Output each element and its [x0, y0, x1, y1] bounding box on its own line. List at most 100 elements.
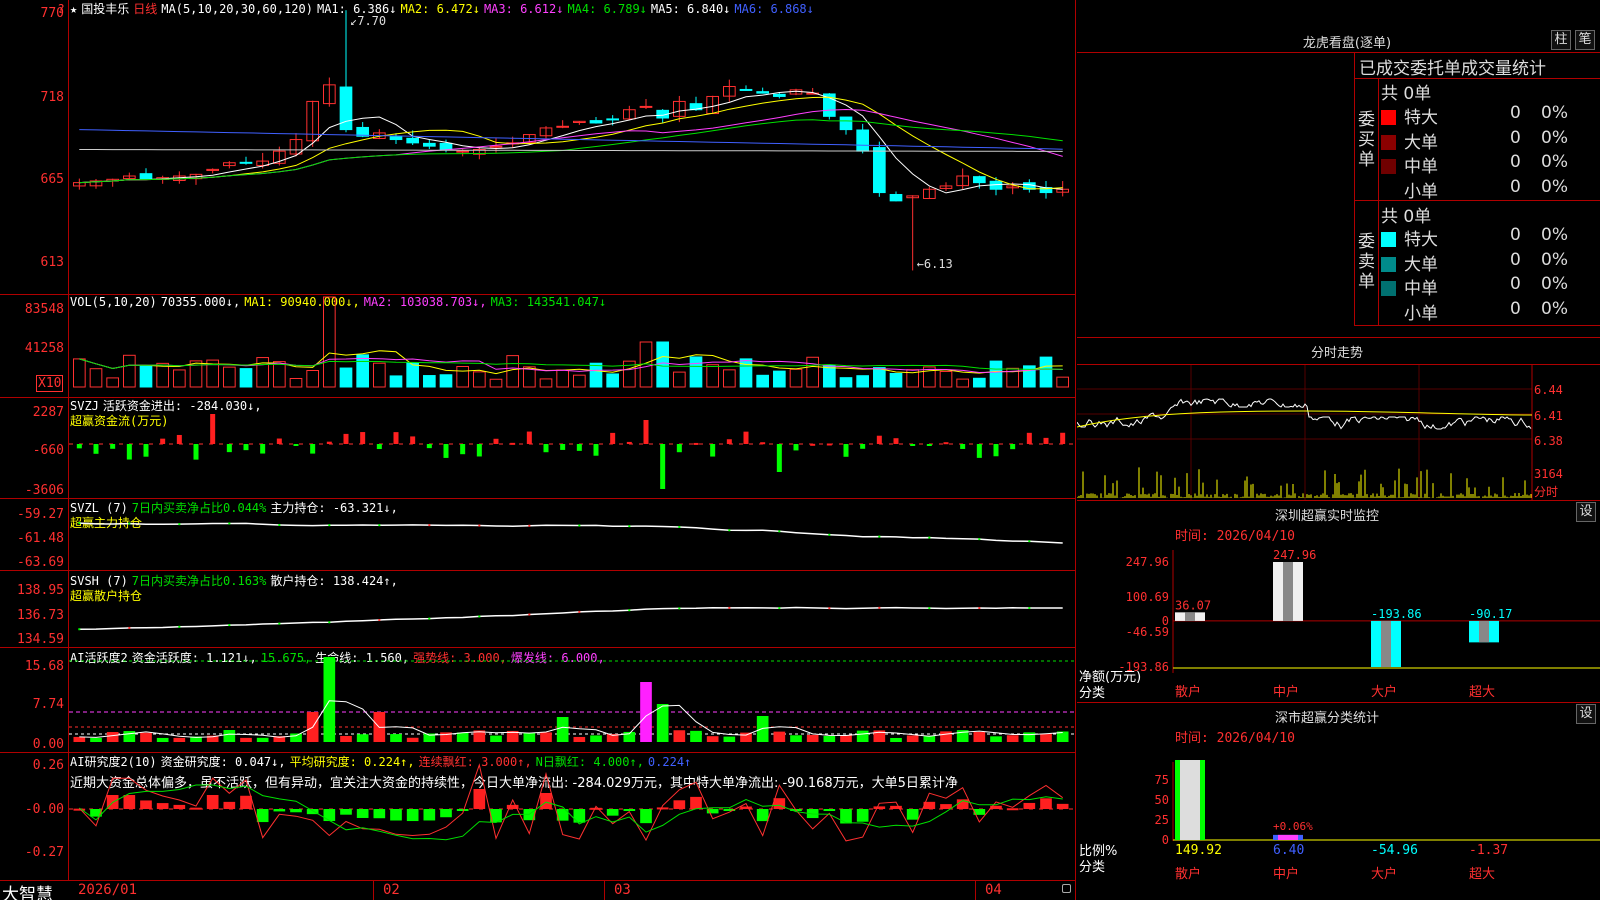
research-bar — [906, 809, 919, 820]
svsh-chart[interactable] — [69, 572, 1075, 647]
flow-bar — [693, 442, 699, 445]
flow-bar — [460, 444, 466, 455]
volume-bar — [373, 362, 386, 388]
line-marker — [878, 535, 881, 538]
volume-chart[interactable] — [69, 295, 1075, 397]
research-bar — [473, 789, 486, 809]
sz-class-settings-button[interactable]: 设 — [1576, 704, 1596, 724]
flow-bar — [443, 444, 449, 458]
xaxis-tick — [604, 880, 605, 900]
order-row: 特大 0 0% — [1381, 225, 1568, 250]
main-holding-line — [79, 522, 1063, 544]
volume-bar — [89, 368, 103, 388]
volume-bar — [1039, 356, 1053, 388]
monitor-bar-shade — [1479, 620, 1489, 643]
activity-bar — [323, 657, 336, 742]
activity-bar — [90, 737, 102, 742]
volume-bar — [339, 367, 353, 388]
activity-bar — [640, 682, 652, 742]
line-marker — [178, 625, 181, 628]
order-count: 0 — [1510, 249, 1521, 270]
flow-bar — [276, 438, 282, 444]
volume-bar — [289, 377, 303, 388]
research-bar — [440, 809, 452, 818]
line-marker — [828, 533, 831, 536]
intraday-chart[interactable] — [1077, 365, 1600, 500]
lock-icon[interactable] — [1062, 884, 1071, 893]
volume-bar — [539, 378, 553, 388]
svzj-chart[interactable] — [69, 398, 1075, 498]
class-bar-shade — [1278, 834, 1298, 840]
line-marker — [428, 617, 431, 620]
main-ytick-3: 613 — [40, 255, 64, 270]
line-marker — [428, 524, 431, 527]
flow-bar — [993, 444, 999, 457]
activity-bar — [340, 735, 352, 742]
flow-bar — [676, 444, 682, 453]
sz-class-chart[interactable]: 75 50 25 0 149.92 散户 6.40 中户 -54.96 大户 -1.37 超大 +0.0… — [1077, 742, 1600, 900]
vol-ytick-0: 83548 — [24, 302, 64, 317]
ytick-label: 25 — [1155, 813, 1169, 827]
flow-bar — [593, 444, 599, 456]
activity-bar — [890, 737, 902, 742]
research-bar — [356, 809, 369, 818]
order-row: 中单 0 0% — [1381, 152, 1568, 177]
line-marker — [528, 524, 531, 527]
low-price-label: ←6.13 — [917, 257, 953, 271]
svsh-ytick-0: 138.95 — [17, 583, 64, 598]
flow-bar — [93, 444, 99, 454]
flow-bar — [160, 438, 166, 444]
flow-bar — [143, 444, 149, 457]
activity-bar — [390, 734, 402, 742]
volume-bar — [956, 378, 969, 388]
svzl-chart[interactable] — [69, 499, 1075, 570]
flow-bar — [1043, 437, 1049, 444]
tick-mode-button[interactable]: 笔 — [1575, 30, 1595, 50]
flow-bar — [876, 435, 882, 444]
category-label: 超大 — [1469, 685, 1495, 700]
ai-research-chart[interactable] — [69, 753, 1075, 880]
ma5-line — [79, 90, 1063, 194]
flow-bar — [726, 439, 732, 444]
retail-holding-line — [79, 606, 1063, 630]
flow-bar — [1060, 432, 1066, 444]
order-row: 大单 0 0% — [1381, 128, 1568, 153]
sz-monitor-settings-button[interactable]: 设 — [1576, 502, 1596, 522]
research-bar — [256, 809, 269, 823]
candle-body — [756, 91, 769, 94]
candle-body — [423, 142, 436, 147]
line-marker — [728, 606, 731, 609]
svzj-ytick-1: -660 — [32, 443, 64, 458]
divider-svzl-svsh — [0, 570, 1076, 571]
candlestick-chart[interactable]: ↙7.70 ←6.13 — [69, 0, 1075, 294]
ai-active-chart[interactable] — [69, 649, 1075, 752]
flow-bar — [226, 444, 232, 453]
line-marker — [928, 607, 931, 610]
ytick-label: 50 — [1155, 793, 1169, 807]
category-label: 中户 — [1273, 684, 1299, 700]
volume-bar — [173, 369, 186, 388]
flow-bar — [326, 441, 332, 444]
flow-bar — [793, 444, 799, 451]
research-bar — [540, 793, 552, 809]
ytick-label: 75 — [1155, 773, 1169, 787]
divider — [1354, 52, 1355, 326]
research-bar — [1056, 803, 1069, 809]
xaxis-tick — [975, 880, 976, 900]
flow-bar — [943, 442, 949, 445]
flow-bar — [560, 444, 566, 450]
research-bar — [840, 809, 852, 824]
order-pct: 0% — [1541, 249, 1568, 270]
research-bar — [373, 809, 386, 819]
activity-bar — [656, 704, 669, 742]
sz-monitor-chart[interactable]: 247.96100.690-46.59-193.8636.07散户247.96中… — [1077, 540, 1600, 700]
line-marker — [128, 626, 131, 629]
activity-bar — [823, 736, 836, 742]
research-bar — [173, 804, 186, 809]
left-chart-area[interactable]: ★ 国投丰乐 日线 MA(5,10,20,30,60,120) MA1: 6.386↓ M… — [0, 0, 1076, 900]
bar-mode-button[interactable]: 柱 — [1551, 30, 1571, 50]
research-bar — [340, 809, 352, 815]
divider-svsh-ai — [0, 647, 1076, 648]
research-bar — [640, 809, 652, 824]
flow-bar — [260, 444, 266, 454]
